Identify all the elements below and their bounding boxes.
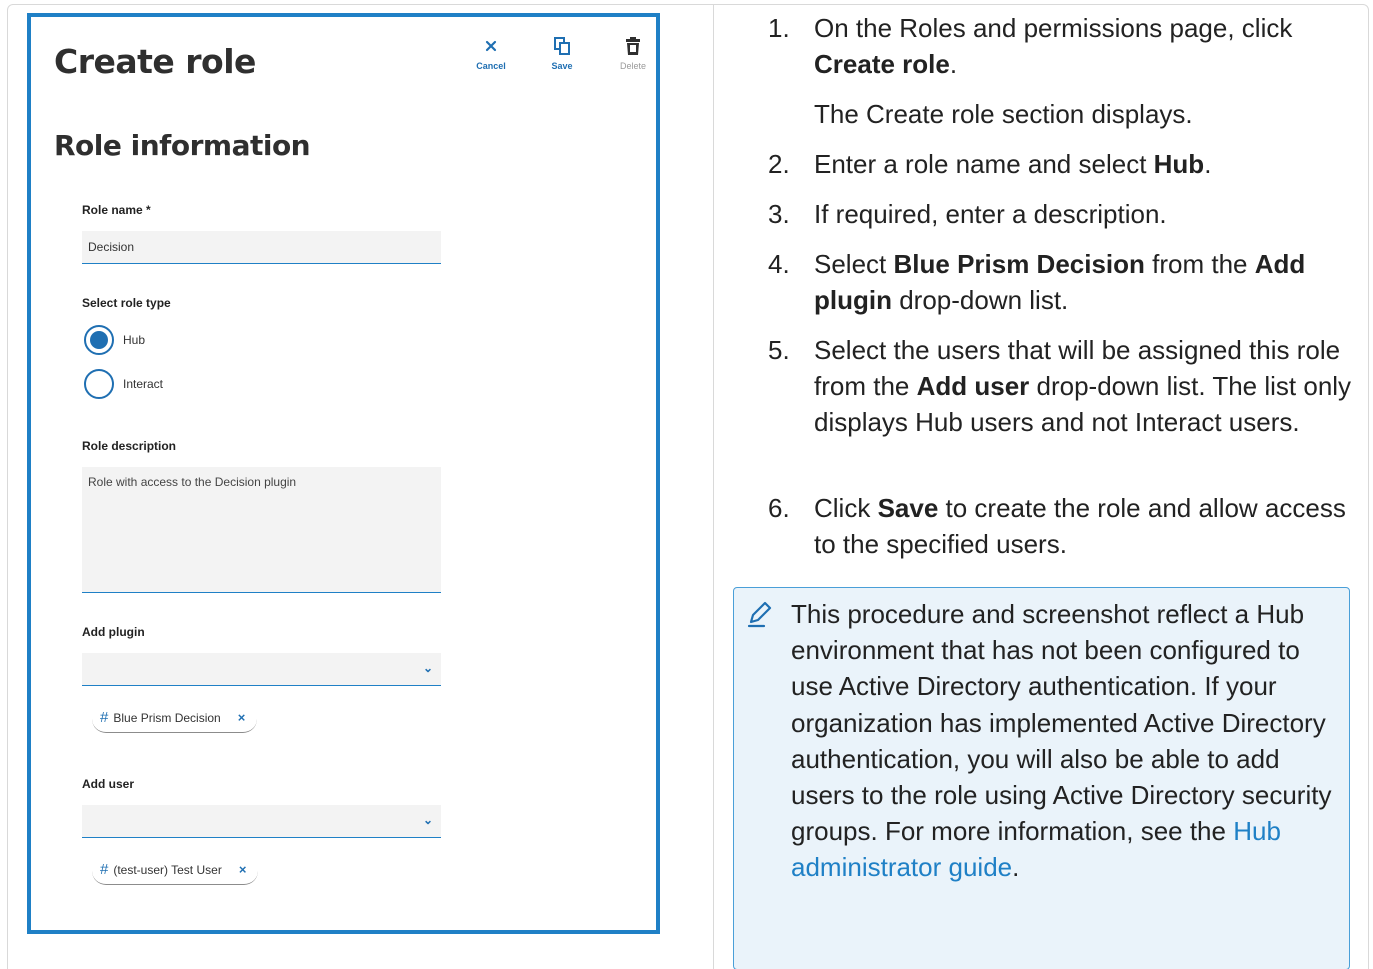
note-text: This procedure and screenshot reflect a … (791, 599, 1332, 883)
step-number: 6. (768, 493, 790, 523)
add-user-select[interactable]: ⌄ (82, 805, 441, 838)
step-text: Select Blue Prism Decision from the Add … (814, 249, 1306, 315)
plugin-chip-label: Blue Prism Decision (113, 710, 221, 725)
cancel-button[interactable]: Cancel (467, 35, 515, 71)
user-chip: # (test-user) Test User × (92, 855, 259, 885)
step-number: 5. (768, 335, 790, 365)
step-number: 4. (768, 249, 790, 279)
role-description-textarea[interactable]: Role with access to the Decision plugin (82, 467, 441, 593)
pen-note-icon (744, 598, 776, 630)
section-title: Role information (54, 129, 311, 162)
step-number: 2. (768, 149, 790, 179)
radio-hub[interactable] (84, 325, 114, 355)
remove-plugin-icon[interactable]: × (238, 710, 246, 725)
role-type-label: Select role type (82, 296, 171, 310)
trash-icon (609, 35, 657, 61)
radio-interact-label: Interact (123, 377, 164, 391)
add-plugin-select[interactable]: ⌄ (82, 653, 441, 686)
plugin-chip: # Blue Prism Decision × (92, 703, 258, 733)
create-role-screenshot: Create role Cancel Save Delete Role info… (27, 13, 660, 934)
add-plugin-label: Add plugin (82, 625, 145, 639)
save-label: Save (551, 61, 573, 71)
hash-icon: # (100, 709, 109, 726)
step-text: Enter a role name and select Hub. (814, 149, 1212, 179)
radio-hub-label: Hub (123, 333, 146, 347)
chevron-down-icon: ⌄ (422, 661, 433, 675)
column-divider (713, 4, 714, 969)
step-number: 1. (768, 13, 790, 43)
duplicate-icon (538, 35, 586, 61)
save-button[interactable]: Save (538, 35, 586, 71)
step-text: On the Roles and permissions page, click… (814, 13, 1293, 79)
delete-label: Delete (619, 61, 646, 71)
step-text: Click Save to create the role and allow … (814, 493, 1346, 559)
cancel-label: Cancel (476, 61, 506, 71)
note-box: This procedure and screenshot reflect a … (733, 587, 1350, 969)
step-text: If required, enter a description. (814, 199, 1167, 229)
user-chip-label: (test-user) Test User (113, 862, 222, 877)
role-name-input[interactable] (82, 231, 441, 264)
add-user-label: Add user (82, 777, 135, 791)
hash-icon: # (100, 861, 109, 878)
step-subtext: The Create role section displays. (814, 99, 1193, 129)
step-text: Select the users that will be assigned t… (814, 335, 1352, 437)
chevron-down-icon: ⌄ (422, 813, 433, 827)
step-number: 3. (768, 199, 790, 229)
role-description-label: Role description (82, 439, 177, 453)
radio-interact[interactable] (84, 369, 114, 399)
role-name-label: Role name * (82, 203, 151, 217)
remove-user-icon[interactable]: × (239, 862, 247, 877)
page-title: Create role (54, 42, 256, 81)
close-icon (467, 35, 515, 61)
delete-button[interactable]: Delete (609, 35, 657, 71)
